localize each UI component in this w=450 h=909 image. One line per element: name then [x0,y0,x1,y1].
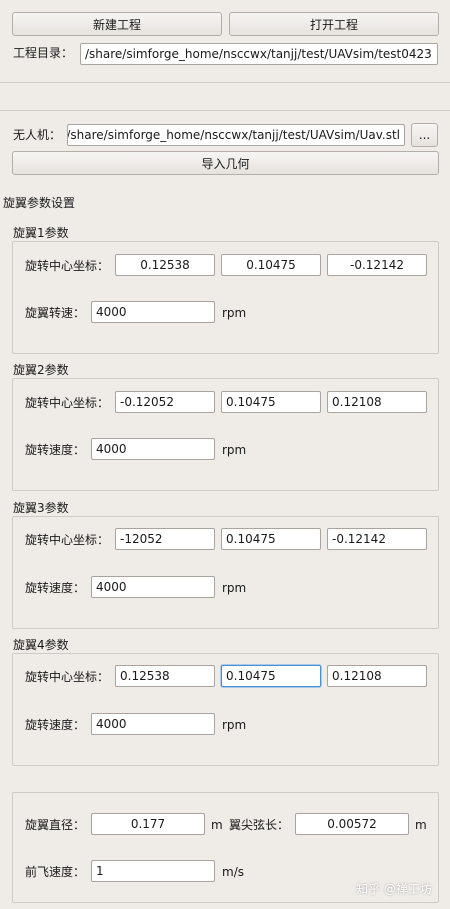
separator [0,82,450,83]
diameter-unit: m [211,818,223,832]
rotor4-z-input[interactable]: 0.12108 [327,665,427,687]
rotor1-speed-label: 旋翼转速： [25,306,86,320]
rotor3-y-input[interactable]: 0.10475 [221,528,321,550]
browse-button[interactable]: ... [411,123,438,147]
rotor2-z-input[interactable]: 0.12108 [327,391,427,413]
rotor1-speed-unit: rpm [222,306,247,320]
rotor4-y-input[interactable]: 0.10475 [221,665,321,687]
rotor4-speed-label: 旋转速度： [25,718,86,732]
new-project-button[interactable]: 新建工程 [12,12,222,36]
tip-chord-input[interactable]: 0.00572 [295,813,409,835]
import-geometry-button[interactable]: 导入几何 [12,151,439,175]
rotor4-title: 旋翼4参数 [13,638,69,652]
rotor3-speed-input[interactable]: 4000 [91,576,215,598]
rotor1-speed-input[interactable]: 4000 [91,301,215,323]
rotor1-x-input[interactable]: 0.12538 [115,254,215,276]
rotor-settings-title: 旋翼参数设置 [3,196,76,210]
tip-chord-unit: m [415,818,427,832]
rotor1-title: 旋翼1参数 [13,226,69,240]
separator [0,110,450,111]
rotor2-x-input[interactable]: -0.12052 [115,391,215,413]
diameter-input[interactable]: 0.177 [91,813,205,835]
watermark: 知乎 @禅工坊 [356,882,432,896]
rotor2-y-input[interactable]: 0.10475 [221,391,321,413]
forward-speed-input[interactable]: 1 [91,860,215,882]
uav-path-input[interactable]: /share/simforge_home/nsccwx/tanjj/test/U… [67,124,405,146]
open-project-button[interactable]: 打开工程 [229,12,439,36]
forward-speed-label: 前飞速度： [25,865,86,879]
rotor1-y-input[interactable]: 0.10475 [221,254,321,276]
rotor4-center-label: 旋转中心坐标： [25,670,110,684]
rotor2-speed-unit: rpm [222,443,247,457]
rotor3-center-label: 旋转中心坐标： [25,533,110,547]
forward-speed-unit: m/s [222,865,244,879]
project-dir-input[interactable]: /share/simforge_home/nsccwx/tanjj/test/U… [80,43,438,65]
rotor3-speed-unit: rpm [222,581,247,595]
rotor3-speed-label: 旋转速度： [25,581,86,595]
rotor3-x-input[interactable]: -12052 [115,528,215,550]
rotor2-speed-label: 旋转速度： [25,443,86,457]
rotor2-title: 旋翼2参数 [13,363,69,377]
project-dir-label: 工程目录： [13,46,74,60]
rotor3-title: 旋翼3参数 [13,501,69,515]
uav-label: 无人机： [13,128,62,142]
tip-chord-label: 翼尖弦长： [229,818,290,832]
rotor2-speed-input[interactable]: 4000 [91,438,215,460]
rotor4-speed-input[interactable]: 4000 [91,713,215,735]
rotor3-z-input[interactable]: -0.12142 [327,528,427,550]
rotor4-speed-unit: rpm [222,718,247,732]
rotor2-center-label: 旋转中心坐标： [25,396,110,410]
rotor4-x-input[interactable]: 0.12538 [115,665,215,687]
uav-path-text: /share/simforge_home/nsccwx/tanjj/test/U… [67,128,400,142]
diameter-label: 旋翼直径： [25,818,86,832]
rotor1-center-label: 旋转中心坐标： [25,259,110,273]
rotor1-z-input[interactable]: -0.12142 [327,254,427,276]
